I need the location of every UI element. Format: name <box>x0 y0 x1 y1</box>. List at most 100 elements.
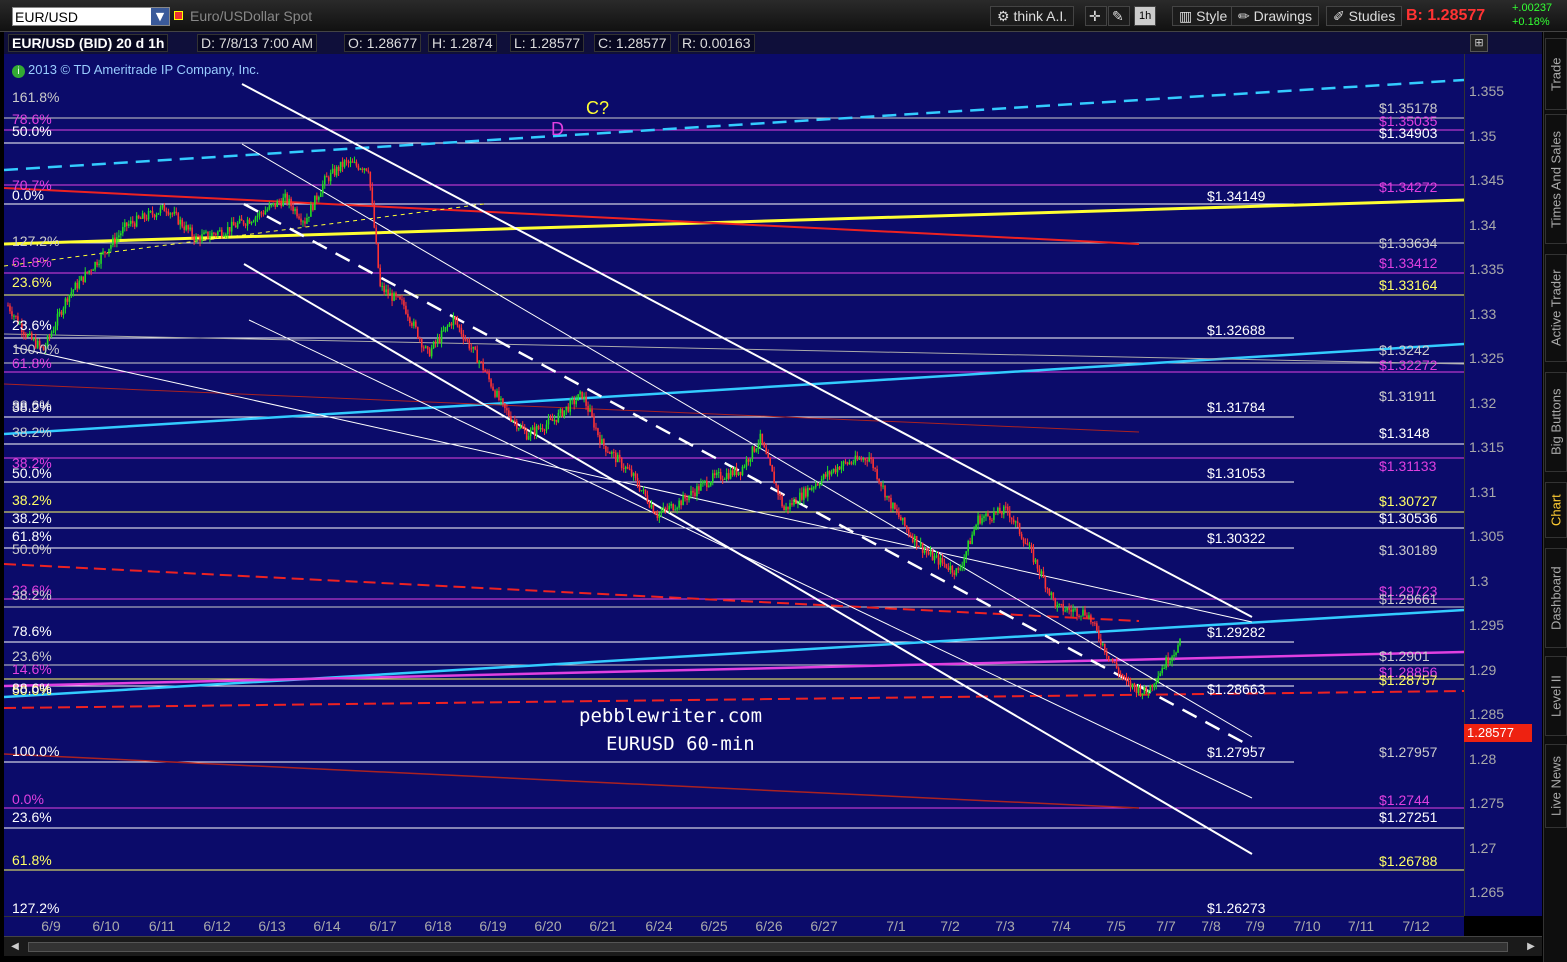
candle-body <box>1105 652 1108 656</box>
sidebar-tab-dashboard[interactable]: Dashboard <box>1545 548 1567 648</box>
fib-mid-value: $1.27957 <box>1207 744 1266 760</box>
candle-body <box>684 495 686 499</box>
candle-body <box>890 497 892 509</box>
candle-body <box>444 327 447 331</box>
candle-body <box>462 334 465 340</box>
chevron-down-icon[interactable]: ▼ <box>151 8 169 25</box>
candle-body <box>504 403 506 409</box>
trend-line <box>4 383 1140 433</box>
candle-body <box>537 425 540 429</box>
candle-body <box>733 467 736 476</box>
sidebar-tab-chart[interactable]: Chart <box>1545 482 1567 538</box>
sidebar-tab-trade[interactable]: Trade <box>1545 38 1567 110</box>
candle-body <box>777 485 779 495</box>
candle-body <box>1056 604 1059 608</box>
candle-body <box>139 218 142 220</box>
candle-body <box>975 524 977 530</box>
price-tick: 1.355 <box>1469 83 1505 99</box>
candle-body <box>737 471 740 475</box>
date-tick: 6/24 <box>645 918 673 934</box>
candle-body <box>411 322 413 326</box>
sidebar-tab-live-news[interactable]: Live News <box>1545 744 1567 828</box>
candle-body <box>961 565 964 569</box>
chart-title[interactable]: EUR/USD (BID) 20 d 1h <box>8 34 169 52</box>
sidebar-tab-big-buttons[interactable]: Big Buttons <box>1545 372 1567 472</box>
price-tick: 1.29 <box>1469 661 1497 678</box>
drawings-button[interactable]: ✏ Drawings <box>1231 6 1319 26</box>
candle-body <box>618 454 621 459</box>
candle-body <box>935 555 938 557</box>
link-group-icon[interactable] <box>174 11 183 20</box>
candle-body <box>593 416 595 428</box>
scroll-left-icon[interactable]: ◀ <box>8 940 22 954</box>
candle-body <box>428 349 431 357</box>
candle-body <box>124 222 126 228</box>
symbol-box[interactable]: ▼ <box>12 7 170 26</box>
date-tick: 7/9 <box>1245 918 1265 934</box>
symbol-input[interactable] <box>15 9 151 25</box>
candle-body <box>696 486 698 497</box>
scroll-thumb[interactable] <box>28 942 1508 952</box>
candle-body <box>715 472 718 476</box>
candle-body <box>452 316 455 326</box>
candle-body <box>1003 506 1005 515</box>
candle-body <box>353 161 356 163</box>
price-chart[interactable]: 161.8%78.6%50.0%70.7%0.0%127.2%61.8%23.6… <box>4 54 1464 916</box>
candle-body <box>626 466 629 469</box>
candle-body <box>343 160 346 167</box>
crosshair-icon[interactable]: ✛ <box>1085 6 1107 26</box>
candle-body <box>137 215 140 219</box>
candle-body <box>492 386 494 391</box>
candle-body <box>236 223 239 228</box>
candle-body <box>1175 652 1177 655</box>
chart-scrollbar[interactable]: ◀ ▶ <box>4 936 1542 956</box>
candle-body <box>1046 588 1049 590</box>
fib-left-label: 127.2% <box>12 233 59 249</box>
candle-body <box>217 231 219 235</box>
candle-body <box>94 261 96 270</box>
date-axis[interactable]: 6/9 6/10 6/11 6/12 6/13 6/14 6/17 6/18 6/19 6/20 6… <box>4 916 1464 936</box>
sidebar-tab-level-ii[interactable]: Level II <box>1545 656 1567 736</box>
candle-body <box>852 462 855 464</box>
candle-body <box>913 536 916 543</box>
candle-body <box>365 168 368 171</box>
candle-body <box>221 229 223 237</box>
candle-body <box>1060 604 1063 606</box>
candle-body <box>789 503 791 510</box>
price-tick: 1.3 <box>1469 572 1489 589</box>
candle-body <box>731 470 734 476</box>
candle-body <box>183 226 185 230</box>
candle-body <box>25 334 27 337</box>
style-button[interactable]: ▥ Style <box>1172 6 1235 26</box>
expand-icon[interactable]: ⊞ <box>1470 34 1488 52</box>
candle-body <box>919 542 922 547</box>
candle-body <box>506 408 508 411</box>
candle-body <box>474 346 477 350</box>
sidebar-tab-active-trader[interactable]: Active Trader <box>1545 254 1567 362</box>
candle-body <box>250 222 253 224</box>
candle-body <box>434 341 437 344</box>
candle-body <box>983 516 985 519</box>
pencil-icon: ✏ <box>1238 8 1250 24</box>
candle-body <box>349 161 352 164</box>
candle-body <box>1143 686 1146 694</box>
fib-left-label: 88.6% <box>12 680 52 696</box>
scroll-right-icon[interactable]: ▶ <box>1524 940 1538 954</box>
candle-body <box>1127 680 1130 682</box>
sidebar-tab-times-and-sales[interactable]: Times And Sales <box>1545 114 1567 244</box>
candle-body <box>810 487 813 490</box>
info-icon[interactable]: i <box>12 65 25 78</box>
candle-body <box>135 215 138 227</box>
candle-body <box>539 428 542 430</box>
think-ai-button[interactable]: ⚙ think A.I. <box>990 6 1075 26</box>
candle-body <box>274 203 277 207</box>
timeframe-button[interactable]: 1h <box>1134 6 1157 26</box>
studies-button[interactable]: ✐ Studies <box>1326 6 1403 26</box>
candle-body <box>1004 506 1007 508</box>
candle-body <box>1115 662 1118 669</box>
price-axis[interactable]: 1.355 1.35 1.345 1.34 1.335 1.33 1.325 1.32 1.31… <box>1464 54 1542 916</box>
wrench-icon[interactable]: ✎ <box>1108 6 1130 26</box>
candle-body <box>187 225 189 230</box>
candle-body <box>743 466 746 468</box>
chart-area[interactable]: 161.8% 78.6% 50.0% 70.7% 0.0% 127.2% 61.8% 23.6… <box>4 54 1464 916</box>
